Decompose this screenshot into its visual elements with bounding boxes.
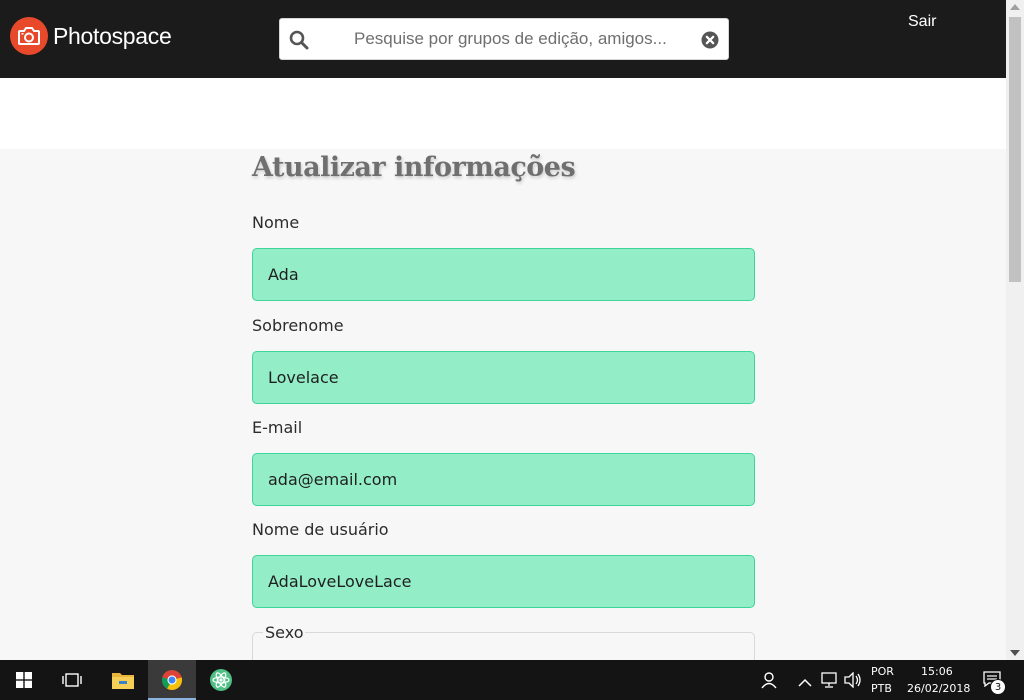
file-explorer-icon[interactable]: [99, 660, 147, 700]
last-name-input[interactable]: [252, 351, 755, 404]
email-label: E-mail: [252, 418, 303, 437]
username-input[interactable]: [252, 555, 755, 608]
brand-logo[interactable]: Photospace: [10, 17, 172, 55]
atom-icon[interactable]: [197, 660, 245, 700]
camera-icon: [10, 17, 48, 55]
task-view-icon[interactable]: [48, 660, 96, 700]
windows-start-icon[interactable]: [0, 660, 48, 700]
windows-taskbar: POR PTB 15:06 26/02/2018: [0, 660, 1024, 700]
scrollbar-thumb[interactable]: [1009, 17, 1021, 282]
clear-search-icon[interactable]: [701, 31, 719, 49]
app-header: Photospace Sair: [0, 0, 1006, 78]
clock-time[interactable]: 15:06: [921, 665, 953, 678]
search-icon[interactable]: [289, 30, 309, 50]
page-title: Atualizar informações: [252, 152, 576, 183]
volume-icon[interactable]: [844, 671, 862, 692]
chrome-icon[interactable]: [148, 660, 196, 700]
scroll-up-arrow-icon[interactable]: [1010, 4, 1020, 10]
scroll-down-arrow-icon[interactable]: [1010, 650, 1020, 656]
input-language[interactable]: POR: [871, 665, 894, 678]
last-name-label: Sobrenome: [252, 316, 344, 335]
gender-fieldset: [252, 632, 755, 660]
first-name-input[interactable]: [252, 248, 755, 301]
logout-link[interactable]: Sair: [908, 13, 936, 31]
username-label: Nome de usuário: [252, 520, 389, 539]
gender-legend: Sexo: [263, 623, 306, 642]
network-icon[interactable]: [820, 672, 838, 692]
email-input[interactable]: [252, 453, 755, 506]
search-input[interactable]: [324, 19, 694, 59]
first-name-label: Nome: [252, 213, 300, 232]
notification-count-badge: 3: [990, 679, 1006, 695]
clock-date[interactable]: 26/02/2018: [907, 682, 970, 695]
update-info-section: Atualizar informações Nome Sobrenome E-m…: [0, 149, 1006, 660]
search-bar: [279, 18, 729, 60]
tray-chevron-up-icon[interactable]: [798, 673, 812, 692]
keyboard-layout[interactable]: PTB: [871, 682, 892, 695]
people-icon[interactable]: [760, 671, 778, 693]
page-scrollbar[interactable]: [1006, 0, 1024, 660]
header-spacer: [0, 78, 1006, 149]
brand-name: Photospace: [53, 22, 172, 49]
